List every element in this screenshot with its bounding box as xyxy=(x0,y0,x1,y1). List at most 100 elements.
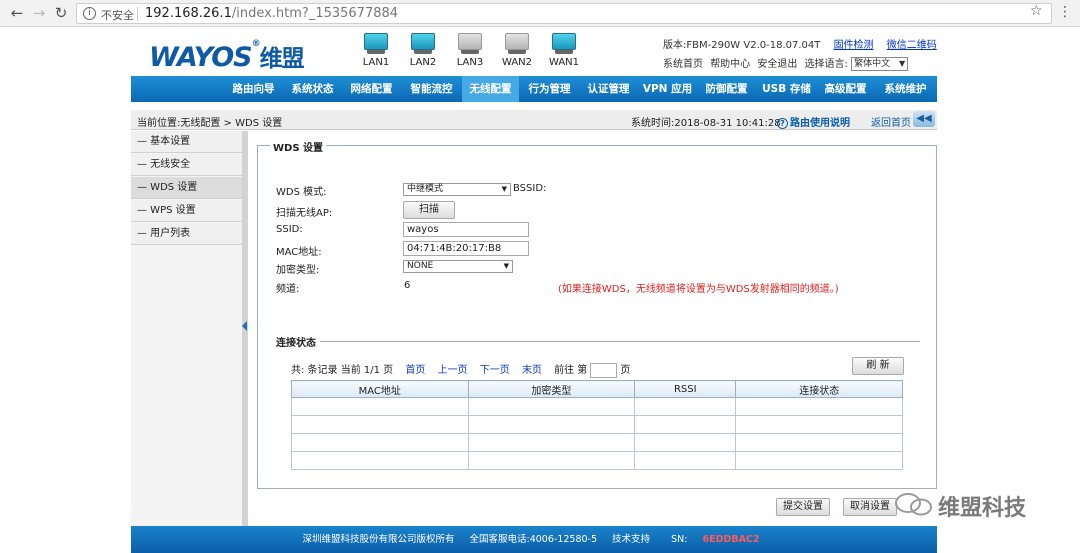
sidebar: — 基本设置 — 无线安全 — WDS 设置 — WPS 设置 — 用户列表 xyxy=(131,131,242,526)
content-area: WDS 设置 WDS 模式: 中继模式 ▼ BSSID: 扫描无线AP: 扫描 S… xyxy=(248,131,937,526)
table-cell xyxy=(467,397,636,416)
forward-icon[interactable]: → xyxy=(30,4,48,22)
nav-item-4[interactable]: 无线配置 xyxy=(462,76,519,102)
logo-text: WAYOS xyxy=(149,42,253,73)
nav-item-6[interactable]: 认证管理 xyxy=(580,76,637,102)
router-help-link[interactable]: ? 路由使用说明 xyxy=(777,114,850,129)
port-lan1: LAN1 xyxy=(361,33,391,68)
monitor-icon xyxy=(505,33,529,50)
scan-ap-label: 扫描无线AP: xyxy=(276,208,333,219)
sidebar-item-4[interactable]: — 用户列表 xyxy=(131,223,242,245)
table-cell xyxy=(634,451,737,470)
connection-table: MAC地址 加密类型 RSSI 连接状态 xyxy=(291,380,903,470)
safe-exit-link[interactable]: 安全退出 xyxy=(757,59,797,70)
scan-button[interactable]: 扫描 xyxy=(403,201,455,219)
monitor-stand xyxy=(414,50,432,54)
nav-item-9[interactable]: USB 存储 xyxy=(758,76,815,102)
table-cell xyxy=(291,397,469,416)
collapse-arrow-icon[interactable] xyxy=(242,321,247,331)
version-text: 版本:FBM-290W V2.0-18.07.04T xyxy=(663,40,821,51)
col-conn-status: 连接状态 xyxy=(735,380,903,398)
wechat-qr-link[interactable]: 微信二维码 xyxy=(887,40,937,51)
logo-reg: ® xyxy=(251,39,261,49)
encryption-label: 加密类型: xyxy=(276,265,320,276)
reload-icon[interactable]: ↻ xyxy=(52,4,70,22)
home-arrow-icon[interactable]: ◀◀ xyxy=(913,111,935,127)
goto-prefix: 前往 第 xyxy=(554,365,588,376)
table-cell xyxy=(467,415,636,434)
prev-page-link[interactable]: 上一页 xyxy=(438,365,468,376)
channel-label: 频道: xyxy=(276,284,300,295)
url-text[interactable]: 192.168.26.1/index.htm?_1535677884 xyxy=(145,6,398,21)
wayos-logo: WAYOS®维盟 xyxy=(149,39,305,73)
wds-mode-select[interactable]: 中继模式 ▼ xyxy=(403,183,511,196)
breadcrumb-bar: 当前位置:无线配置 > WDS 设置 系统时间:2018-08-31 10:41… xyxy=(131,110,937,130)
footer-hotline: 全国客服电话:4006-12580-5 xyxy=(469,534,598,545)
submit-button[interactable]: 提交设置 xyxy=(776,498,830,516)
language-select[interactable]: 繁体中文 ▼ xyxy=(851,57,909,71)
last-page-link[interactable]: 末页 xyxy=(522,365,542,376)
sidebar-item-3[interactable]: — WPS 设置 xyxy=(131,200,242,222)
bssid-label: BSSID: xyxy=(513,183,547,194)
sidebar-item-2[interactable]: — WDS 设置 xyxy=(131,177,242,199)
main-nav: 路由向导 系统状态 网络配置 智能流控 无线配置 行为管理 认证管理 VPN 应用 防御配置 US… xyxy=(131,76,937,102)
monitor-stand xyxy=(461,50,479,54)
firmware-check-link[interactable]: 固件检测 xyxy=(834,40,874,51)
nav-item-5[interactable]: 行为管理 xyxy=(521,76,578,102)
encryption-select[interactable]: NONE ▼ xyxy=(403,260,513,273)
back-icon[interactable]: ← xyxy=(8,4,26,22)
wds-mode-value: 中继模式 xyxy=(407,184,444,194)
nav-item-0[interactable]: 路由向导 xyxy=(225,76,282,102)
system-time: 系统时间:2018-08-31 10:41:28 xyxy=(631,118,781,129)
nav-item-1[interactable]: 系统状态 xyxy=(284,76,341,102)
table-cell xyxy=(634,415,737,434)
footer-sn-label: SN: xyxy=(671,534,688,545)
return-home-link[interactable]: 返回首页 xyxy=(871,114,911,129)
logo-cn: 维盟 xyxy=(259,46,305,72)
security-label: 不安全 xyxy=(101,9,134,22)
table-cell xyxy=(634,397,737,416)
footer-sn-value: 6EDDBAC2 xyxy=(702,534,760,545)
cancel-button[interactable]: 取消设置 xyxy=(843,498,897,516)
col-encryption: 加密类型 xyxy=(467,380,636,398)
browser-menu-icon[interactable]: ⋮ xyxy=(1058,3,1072,21)
monitor-stand xyxy=(367,50,385,54)
address-bar[interactable]: i 不安全 192.168.26.1/index.htm?_1535677884 xyxy=(76,3,1052,24)
nav-item-3[interactable]: 智能流控 xyxy=(403,76,460,102)
first-page-link[interactable]: 首页 xyxy=(405,365,425,376)
port-lan2: LAN2 xyxy=(408,33,438,68)
conn-divider xyxy=(276,341,920,342)
bookmark-star-icon[interactable]: ☆ xyxy=(1030,3,1043,19)
encryption-value: NONE xyxy=(407,261,434,271)
pager-summary: 共: 条记录 当前 1/1 页 xyxy=(291,365,394,376)
wds-settings-legend: WDS 设置 xyxy=(270,139,327,154)
router-help-label: 路由使用说明 xyxy=(790,118,850,129)
nav-item-2[interactable]: 网络配置 xyxy=(343,76,400,102)
nav-item-7[interactable]: VPN 应用 xyxy=(639,76,696,102)
ssid-input[interactable]: wayos xyxy=(403,222,529,237)
port-wan1: WAN1 xyxy=(549,33,579,68)
table-cell xyxy=(291,433,469,452)
header-version-line: 版本:FBM-290W V2.0-18.07.04T 固件检测 微信二维码 xyxy=(663,36,937,51)
sidebar-item-1[interactable]: — 无线安全 xyxy=(131,154,242,176)
router-page: WAYOS®维盟 LAN1 LAN2 LAN3 WAN2 WAN1 版本:FBM-290… xyxy=(131,27,937,553)
pager: 共: 条记录 当前 1/1 页 首页 上一页 下一页 末页 前往 第 页 xyxy=(291,361,630,378)
url-path: /index.htm?_1535677884 xyxy=(231,6,399,21)
help-center-link[interactable]: 帮助中心 xyxy=(710,59,750,70)
port-label: LAN2 xyxy=(409,57,437,68)
sys-home-link[interactable]: 系统首页 xyxy=(663,59,703,70)
goto-page-input[interactable] xyxy=(590,362,618,378)
table-cell xyxy=(291,415,469,434)
nav-item-11[interactable]: 系统维护 xyxy=(877,76,934,102)
sidebar-item-0[interactable]: — 基本设置 xyxy=(131,131,242,153)
table-row xyxy=(291,451,903,470)
monitor-icon xyxy=(411,33,435,50)
refresh-button[interactable]: 刷 新 xyxy=(852,357,904,375)
mac-input[interactable]: 04:71:4B:20:17:B8 xyxy=(403,241,529,256)
info-icon[interactable]: i xyxy=(83,7,96,20)
nav-item-10[interactable]: 高级配置 xyxy=(817,76,874,102)
footer-support[interactable]: 技术支持 xyxy=(612,534,650,545)
next-page-link[interactable]: 下一页 xyxy=(480,365,510,376)
table-cell xyxy=(467,451,636,470)
nav-item-8[interactable]: 防御配置 xyxy=(698,76,755,102)
